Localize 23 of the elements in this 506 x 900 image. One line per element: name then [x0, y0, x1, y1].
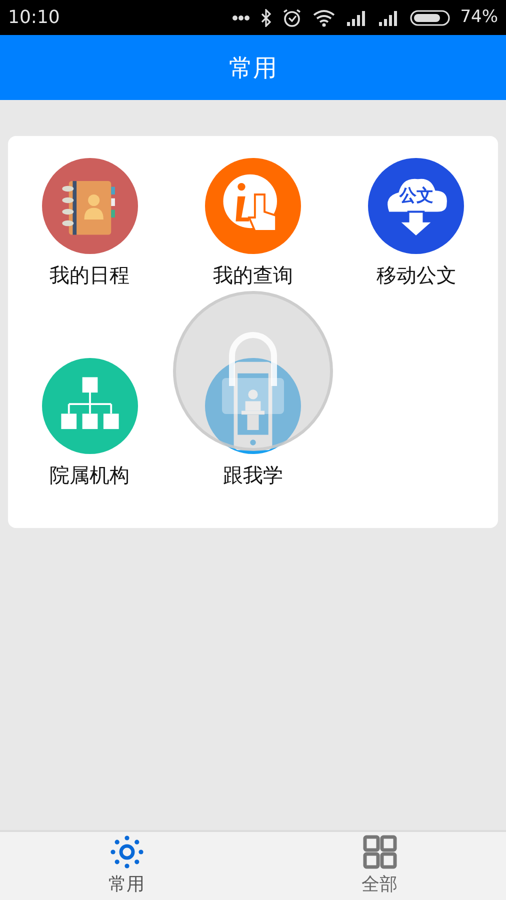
wifi-icon	[312, 8, 336, 26]
grid-icon	[362, 834, 396, 868]
phone-lecture-icon	[204, 358, 301, 454]
org-chart-icon	[42, 358, 138, 454]
app-shortcut[interactable]: 公文 移动公文	[334, 158, 498, 288]
page-title: 常用	[229, 52, 277, 84]
app-shortcut[interactable]: 跟我学	[171, 358, 335, 488]
battery-percent: 74%	[460, 6, 498, 29]
info-touch-icon	[204, 158, 301, 254]
app-shortcut[interactable]: 院属机构	[8, 358, 172, 488]
app-shortcut[interactable]: 我的日程	[8, 158, 172, 288]
more-icon	[232, 14, 250, 20]
sun-icon	[110, 834, 144, 868]
alarm-icon	[282, 8, 302, 28]
icon-label: 公文	[398, 188, 434, 205]
bottom-tab[interactable]: 全部	[253, 832, 506, 900]
battery-icon	[410, 10, 450, 26]
app-shortcut[interactable]: 我的查询	[171, 158, 335, 288]
address-book-icon	[42, 158, 138, 254]
bottom-tab[interactable]: 常用	[0, 832, 253, 900]
bluetooth-icon	[260, 8, 272, 26]
status-time: 10:10	[8, 6, 60, 30]
cloud-download-icon	[368, 158, 464, 254]
